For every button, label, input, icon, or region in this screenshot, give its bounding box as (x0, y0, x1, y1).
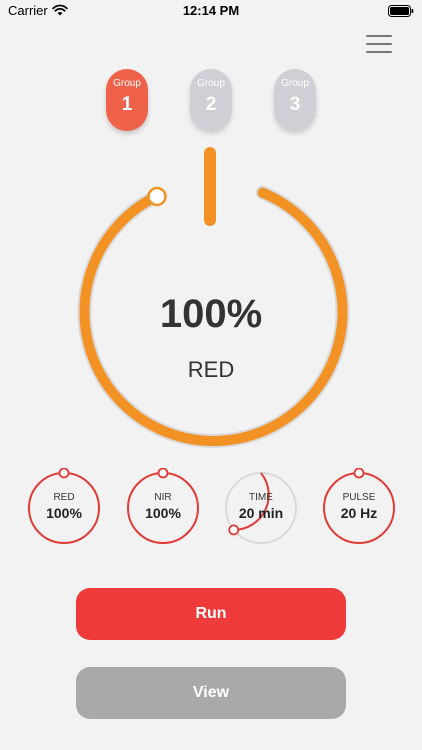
nir-setting-value: 100% (145, 505, 181, 521)
hamburger-menu-icon[interactable] (364, 33, 394, 55)
intensity-value: 100% (159, 292, 263, 336)
group-1-button[interactable]: Group 1 (106, 69, 148, 131)
battery-icon (388, 5, 414, 17)
red-setting-value: 100% (46, 505, 82, 521)
nir-setting-handle (157, 468, 169, 479)
pulse-setting-label: PULSE (342, 492, 376, 503)
intensity-dial-handle (147, 186, 167, 207)
nir-setting-label: NIR (154, 492, 172, 503)
red-setting-label: RED (53, 492, 75, 503)
group-1-number: 1 (121, 94, 133, 115)
group-1-label: Group (113, 78, 141, 89)
intensity-mode-label: RED (187, 357, 235, 382)
view-button[interactable]: View (76, 667, 346, 719)
group-3-number: 3 (289, 94, 301, 115)
group-2-label: Group (197, 78, 225, 89)
status-bar: Carrier 12:14 PM (0, 0, 422, 22)
nir-setting-dial[interactable]: NIR 100% (125, 468, 201, 548)
group-2-button[interactable]: Group 2 (190, 69, 232, 131)
time-setting-handle (228, 524, 240, 536)
red-setting-handle (58, 468, 70, 479)
carrier-label: Carrier (8, 3, 48, 18)
time-setting-value: 20 min (238, 505, 284, 521)
pulse-setting-value: 20 Hz (340, 505, 378, 521)
group-3-label: Group (281, 78, 309, 89)
time-setting-label: TIME (249, 492, 273, 503)
pulse-setting-dial[interactable]: PULSE 20 Hz (321, 468, 397, 548)
group-2-number: 2 (205, 94, 217, 115)
run-button[interactable]: Run (76, 588, 346, 640)
red-setting-dial[interactable]: RED 100% (26, 468, 102, 548)
pulse-setting-handle (353, 468, 365, 479)
time-setting-dial[interactable]: TIME 20 min (223, 468, 299, 548)
wifi-icon (52, 4, 68, 16)
group-3-button[interactable]: Group 3 (274, 69, 316, 131)
